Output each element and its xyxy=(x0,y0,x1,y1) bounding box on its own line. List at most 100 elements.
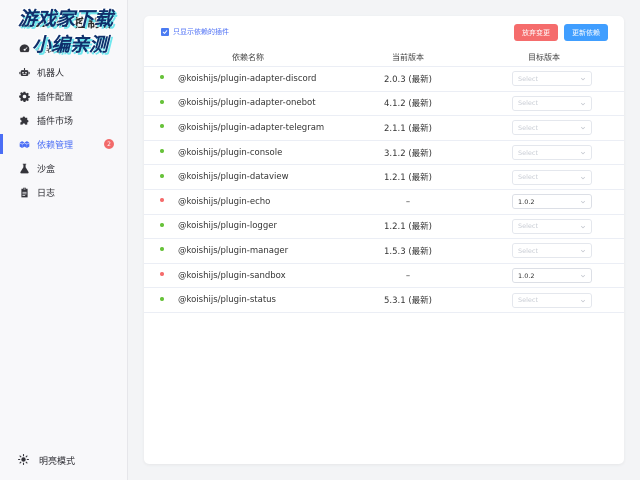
dependency-table: 依赖名称 当前版本 目标版本 @koishijs/plugin-adapter-… xyxy=(144,52,624,313)
sidebar-item-4[interactable]: 依赖管理 2 xyxy=(0,132,128,156)
current-version: – xyxy=(352,263,464,289)
column-header-current: 当前版本 xyxy=(352,52,464,67)
sidebar-item-0[interactable]: 仪表盘 xyxy=(0,36,128,60)
current-version: 1.5.3 (最新) xyxy=(352,238,464,264)
target-version-select[interactable]: Select xyxy=(512,169,592,185)
current-version: 1.2.1 (最新) xyxy=(352,214,464,240)
status-ok-dot xyxy=(160,75,164,80)
checkbox-box[interactable] xyxy=(161,28,169,36)
status-ok-dot xyxy=(160,247,164,252)
current-version: 3.1.2 (最新) xyxy=(352,140,464,166)
chevron-down-icon xyxy=(580,248,586,254)
theme-toggle-label: 明亮模式 xyxy=(39,456,76,467)
sidebar-item-3[interactable]: 插件市场 xyxy=(0,108,128,132)
checkbox-label: 只显示依赖的插件 xyxy=(173,28,229,36)
update-count-badge: 2 xyxy=(104,139,114,149)
chevron-down-icon xyxy=(580,199,586,205)
dependency-name-cell: @koishijs/plugin-dataview xyxy=(144,164,352,190)
sidebar-item-label: 日志 xyxy=(37,188,56,199)
robot-icon xyxy=(18,66,30,78)
current-version: 2.1.1 (最新) xyxy=(352,115,464,141)
sidebar-item-label: 依赖管理 xyxy=(37,140,74,151)
brand-title: Koishi 控制台 xyxy=(22,16,114,30)
sidebar-item-2[interactable]: 插件配置 xyxy=(0,84,128,108)
target-version-select[interactable]: 1.0.2 xyxy=(512,268,592,284)
current-version: 4.1.2 (最新) xyxy=(352,91,464,117)
dependency-name-cell: @koishijs/plugin-adapter-discord xyxy=(144,66,352,92)
chevron-down-icon xyxy=(580,150,586,156)
target-version-select[interactable]: Select xyxy=(512,71,592,87)
dependency-name: @koishijs/plugin-dataview xyxy=(178,172,289,183)
toolbar: 只显示依赖的插件 放弃变更 更新依赖 xyxy=(144,16,624,50)
chevron-down-icon xyxy=(580,273,586,279)
target-version-select[interactable]: Select xyxy=(512,145,592,161)
dependency-panel: 只显示依赖的插件 放弃变更 更新依赖 依赖名称 当前版本 目标版本 @koish… xyxy=(144,16,624,464)
dependency-name-cell: @koishijs/plugin-adapter-telegram xyxy=(144,115,352,141)
dependency-name-cell: @koishijs/plugin-adapter-onebot xyxy=(144,91,352,117)
current-version: 5.3.1 (最新) xyxy=(352,287,464,313)
table-row: @koishijs/plugin-manager 1.5.3 (最新) Select xyxy=(144,238,624,264)
discard-changes-button[interactable]: 放弃变更 xyxy=(514,24,558,41)
gear-icon xyxy=(18,90,30,102)
sidebar-item-label: 插件市场 xyxy=(37,116,74,127)
target-version-select[interactable]: Select xyxy=(512,218,592,234)
sidebar-item-label: 机器人 xyxy=(37,68,65,79)
dependency-name: @koishijs/plugin-logger xyxy=(178,221,277,232)
target-version-cell: Select xyxy=(464,91,624,117)
target-version-select[interactable]: Select xyxy=(512,292,592,308)
theme-toggle[interactable]: 明亮模式 xyxy=(18,452,75,468)
table-row: @koishijs/plugin-echo – 1.0.2 xyxy=(144,189,624,215)
sidebar-item-5[interactable]: 沙盒 xyxy=(0,156,128,180)
select-placeholder: Select xyxy=(518,99,539,108)
sidebar: Koishi 控制台 仪表盘机器人插件配置插件市场依赖管理 2 沙盒日志 明亮模式 xyxy=(0,0,128,480)
status-ok-dot xyxy=(160,149,164,154)
target-version-cell: Select xyxy=(464,66,624,92)
sun-icon xyxy=(18,454,30,466)
table-row: @koishijs/plugin-adapter-discord 2.0.3 (最… xyxy=(144,66,624,92)
boxes-icon xyxy=(18,138,30,150)
target-version-cell: 1.0.2 xyxy=(464,263,624,289)
target-version-cell: Select xyxy=(464,238,624,264)
select-value: 1.0.2 xyxy=(518,197,535,206)
sidebar-item-label: 仪表盘 xyxy=(37,44,65,55)
dependency-name: @koishijs/plugin-sandbox xyxy=(178,270,286,281)
select-placeholder: Select xyxy=(518,296,539,305)
target-version-cell: Select xyxy=(464,214,624,240)
target-version-select[interactable]: 1.0.2 xyxy=(512,194,592,210)
column-header-target: 目标版本 xyxy=(464,52,624,67)
table-row: @koishijs/plugin-status 5.3.1 (最新) Select xyxy=(144,287,624,313)
dependency-name: @koishijs/plugin-console xyxy=(178,147,283,158)
status-ok-dot xyxy=(160,296,164,301)
update-dependencies-button[interactable]: 更新依赖 xyxy=(564,24,608,41)
target-version-select[interactable]: Select xyxy=(512,120,592,136)
table-row: @koishijs/plugin-dataview 1.2.1 (最新) Selec… xyxy=(144,164,624,190)
status-ok-dot xyxy=(160,222,164,227)
table-row: @koishijs/plugin-sandbox – 1.0.2 xyxy=(144,263,624,289)
table-row: @koishijs/plugin-console 3.1.2 (最新) Select xyxy=(144,140,624,166)
current-version: – xyxy=(352,189,464,215)
status-ok-dot xyxy=(160,173,164,178)
dependency-name: @koishijs/plugin-status xyxy=(178,295,276,306)
select-placeholder: Select xyxy=(518,173,539,182)
target-version-cell: Select xyxy=(464,287,624,313)
select-value: 1.0.2 xyxy=(518,271,535,280)
dependency-name-cell: @koishijs/plugin-logger xyxy=(144,214,352,240)
chevron-down-icon xyxy=(580,101,586,107)
sidebar-item-6[interactable]: 日志 xyxy=(0,180,128,204)
table-header-row: 依赖名称 当前版本 目标版本 xyxy=(144,52,624,67)
select-placeholder: Select xyxy=(518,148,539,157)
sidebar-item-1[interactable]: 机器人 xyxy=(0,60,128,84)
target-version-cell: 1.0.2 xyxy=(464,189,624,215)
flask-icon xyxy=(18,162,30,174)
check-icon xyxy=(162,30,168,34)
target-version-select[interactable]: Select xyxy=(512,95,592,111)
chevron-down-icon xyxy=(580,76,586,82)
target-version-select[interactable]: Select xyxy=(512,243,592,259)
select-placeholder: Select xyxy=(518,222,539,231)
dependency-name: @koishijs/plugin-echo xyxy=(178,196,271,207)
dependency-name-cell: @koishijs/plugin-sandbox xyxy=(144,263,352,289)
dependency-name: @koishijs/plugin-adapter-discord xyxy=(178,73,317,84)
chevron-down-icon xyxy=(580,175,586,181)
only-dependencies-checkbox[interactable]: 只显示依赖的插件 xyxy=(161,27,229,37)
sidebar-nav: 仪表盘机器人插件配置插件市场依赖管理 2 沙盒日志 xyxy=(0,36,128,204)
